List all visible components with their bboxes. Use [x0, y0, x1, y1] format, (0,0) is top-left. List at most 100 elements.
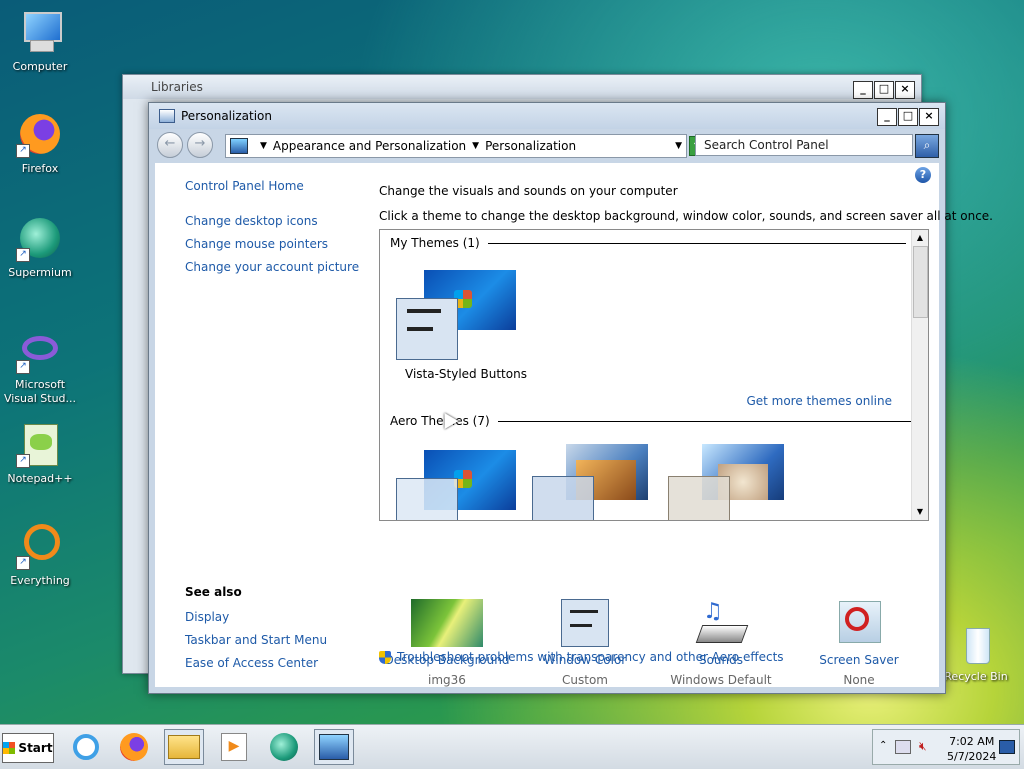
scroll-down-arrow-icon[interactable]: ▼ — [912, 504, 928, 520]
desktop-icon-computer[interactable]: Computer — [0, 8, 80, 74]
desktop-icon-supermium[interactable]: ↗ Supermium — [0, 214, 80, 280]
screen-saver-option[interactable]: Screen Saver None — [789, 599, 929, 687]
network-icon[interactable] — [895, 740, 911, 754]
media-player-icon: ▶ — [221, 733, 247, 761]
media-player-taskbar-button[interactable]: ▶ — [214, 729, 254, 765]
desktop-icon-firefox[interactable]: ↗ Firefox — [0, 110, 80, 176]
supermium-taskbar-button[interactable] — [264, 729, 304, 765]
ease-of-access-link[interactable]: Ease of Access Center — [185, 656, 318, 670]
recycle-bin-icon — [952, 624, 1000, 666]
desktop-icon-label: Supermium — [8, 266, 72, 279]
volume-muted-icon[interactable]: 🔇︎ — [919, 739, 927, 754]
theme-aero-architecture[interactable] — [532, 444, 654, 520]
help-icon[interactable]: ? — [915, 167, 931, 183]
show-desktop-icon[interactable] — [999, 740, 1015, 754]
clock-time: 7:02 AM — [949, 735, 995, 748]
clock-date: 5/7/2024 — [947, 750, 997, 763]
sounds-option[interactable]: ♫ Sounds Windows Default — [651, 599, 791, 687]
sounds-icon: ♫ — [695, 599, 749, 647]
desktop-background-icon — [411, 599, 483, 647]
maximize-button[interactable]: □ — [874, 81, 894, 99]
theme-vista-styled-buttons[interactable] — [396, 270, 518, 362]
supermium-icon — [270, 733, 298, 761]
control-panel-home-link[interactable]: Control Panel Home — [185, 179, 304, 193]
explorer-taskbar-button[interactable] — [164, 729, 204, 765]
theme-name: Vista-Styled Buttons — [405, 367, 527, 381]
window-title: Personalization — [181, 109, 272, 123]
chevron-down-icon[interactable]: ▼ — [675, 141, 682, 151]
content-area: ? Control Panel Home Change desktop icon… — [155, 163, 993, 687]
control-panel-taskbar-button[interactable] — [314, 729, 354, 765]
breadcrumb-appearance[interactable]: Appearance and Personalization — [273, 139, 466, 153]
troubleshoot-label: Troubleshoot problems with transparency … — [397, 650, 784, 664]
shield-icon — [379, 651, 391, 664]
themes-scrollbar[interactable]: ▲ ▼ — [911, 230, 928, 520]
page-subheading: Click a theme to change the desktop back… — [379, 209, 993, 223]
firefox-icon — [120, 733, 148, 761]
taskbar: Start ▶ ⌃ 🔇︎ 7:02 AM 5/7/2024 — [0, 724, 1024, 769]
desktop-icon-recycle-bin[interactable]: Recycle Bin — [936, 624, 1016, 684]
option-value: None — [843, 673, 875, 687]
chevron-right-icon[interactable]: ▼ — [260, 141, 267, 151]
window-color-option[interactable]: Window Color Custom — [515, 599, 655, 687]
start-button[interactable]: Start — [2, 733, 54, 763]
theme-aero-windows[interactable] — [396, 450, 518, 520]
desktop-icon-notepad-plus-plus[interactable]: ↗ Notepad++ — [0, 420, 80, 486]
option-name: Screen Saver — [819, 653, 899, 667]
desktop-icon-label: Firefox — [21, 162, 59, 175]
my-themes-label: My Themes (1) — [390, 236, 480, 250]
minimize-button[interactable]: _ — [853, 81, 873, 99]
close-button[interactable]: × — [919, 108, 939, 126]
control-panel-icon — [230, 138, 248, 154]
search-placeholder: Search Control Panel — [704, 138, 829, 152]
notepad-plus-plus-icon: ↗ — [16, 420, 64, 468]
show-hidden-icons-chevron-icon[interactable]: ⌃ — [879, 740, 887, 751]
desktop-icon-visual-studio[interactable]: ↗ Microsoft Visual Stud... — [0, 326, 80, 406]
chevron-right-icon[interactable]: ▼ — [472, 141, 479, 151]
address-bar[interactable]: ▼ Appearance and Personalization ▼ Perso… — [225, 134, 687, 158]
everything-search-icon: ↗ — [16, 522, 64, 570]
personalization-window[interactable]: Personalization _ □ × ← → ▼ Appearance a… — [148, 102, 993, 694]
search-icon[interactable]: ⌕ — [915, 134, 939, 158]
themes-list[interactable]: My Themes (1) Vista-Styled Buttons Get m… — [379, 229, 929, 521]
window-preview — [396, 478, 458, 520]
window-titlebar[interactable]: Personalization _ □ × — [149, 103, 945, 129]
window-preview — [532, 476, 594, 520]
minimize-button[interactable]: _ — [877, 108, 897, 126]
firefox-icon: ↗ — [16, 110, 64, 158]
libraries-window-controls: _ □ × — [853, 81, 915, 99]
search-input[interactable]: Search Control Panel — [695, 134, 913, 156]
back-button[interactable]: ← — [157, 132, 183, 158]
desktop-icon-everything[interactable]: ↗ Everything — [0, 522, 80, 588]
page-heading: Change the visuals and sounds on your co… — [379, 184, 678, 198]
forward-button[interactable]: → — [187, 132, 213, 158]
breadcrumb-personalization[interactable]: Personalization — [485, 139, 576, 153]
theme-aero-characters[interactable] — [668, 444, 790, 520]
supermium-icon: ↗ — [16, 214, 64, 262]
change-mouse-pointers-link[interactable]: Change mouse pointers — [185, 237, 328, 251]
get-more-themes-link[interactable]: Get more themes online — [746, 394, 892, 408]
desktop-background-option[interactable]: Desktop Background img36 — [377, 599, 517, 687]
firefox-taskbar-button[interactable] — [114, 729, 154, 765]
close-button[interactable]: × — [895, 81, 915, 99]
change-desktop-icons-link[interactable]: Change desktop icons — [185, 214, 318, 228]
clock[interactable]: 7:02 AM 5/7/2024 — [947, 734, 996, 764]
navigation-bar: ← → ▼ Appearance and Personalization ▼ P… — [153, 129, 941, 161]
scrollbar-thumb[interactable] — [913, 246, 928, 318]
libraries-title: Libraries — [151, 80, 203, 94]
troubleshoot-link[interactable]: Troubleshoot problems with transparency … — [379, 650, 784, 664]
desktop-icon-label: Recycle Bin — [944, 670, 1008, 683]
my-themes-header: My Themes (1) — [390, 236, 906, 250]
maximize-button[interactable]: □ — [898, 108, 918, 126]
desktop-icon-label: Everything — [10, 574, 70, 587]
scroll-up-arrow-icon[interactable]: ▲ — [912, 230, 928, 246]
option-value: img36 — [428, 673, 466, 687]
desktop-icon-label: Computer — [12, 60, 68, 73]
internet-explorer-taskbar-button[interactable] — [66, 729, 106, 765]
change-account-picture-link[interactable]: Change your account picture — [185, 260, 359, 274]
display-link[interactable]: Display — [185, 610, 229, 624]
libraries-titlebar[interactable]: Libraries — [123, 75, 921, 99]
desktop-icon-label: Microsoft Visual Stud... — [3, 378, 77, 405]
taskbar-start-menu-link[interactable]: Taskbar and Start Menu — [185, 633, 327, 647]
window-preview — [668, 476, 730, 520]
